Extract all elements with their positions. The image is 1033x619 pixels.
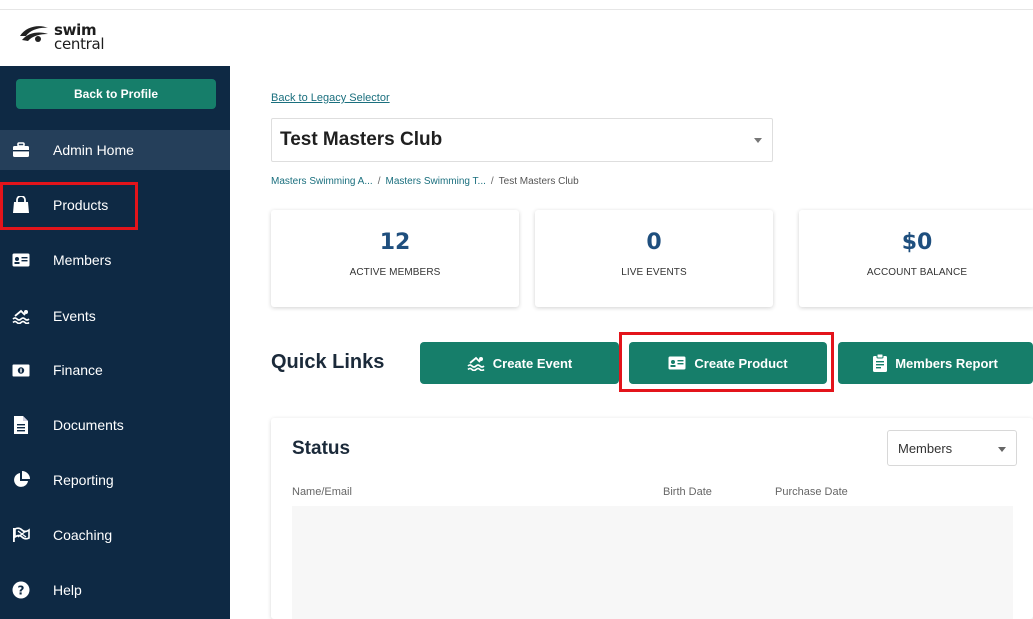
members-report-button[interactable]: Members Report xyxy=(838,342,1033,384)
swim-central-logo[interactable]: swim central xyxy=(18,22,105,62)
status-filter-value: Members xyxy=(898,440,953,456)
create-event-button[interactable]: Create Event xyxy=(420,342,619,384)
back-to-profile-button[interactable]: Back to Profile xyxy=(16,79,216,109)
members-report-label: Members Report xyxy=(895,355,998,371)
swimmer-icon xyxy=(12,307,30,325)
logo-word-central: central xyxy=(54,35,105,53)
swirl-logo-icon xyxy=(20,26,48,42)
status-table-body xyxy=(292,506,1013,619)
sidebar-item-finance[interactable]: Finance xyxy=(0,350,230,390)
column-header-purchase-date[interactable]: Purchase Date xyxy=(775,486,848,498)
id-card-icon xyxy=(668,356,686,370)
id-card-icon xyxy=(12,251,30,269)
caret-down-icon xyxy=(998,447,1006,452)
sidebar-item-products[interactable]: Products xyxy=(0,185,230,225)
document-icon xyxy=(12,416,30,434)
question-circle-icon: ? xyxy=(12,581,30,599)
sidebar-item-label: Products xyxy=(53,197,109,213)
sidebar-item-documents[interactable]: Documents xyxy=(0,405,230,445)
breadcrumb-separator: / xyxy=(377,176,381,187)
breadcrumb-item[interactable]: Masters Swimming A... xyxy=(271,176,373,187)
create-product-button[interactable]: Create Product xyxy=(629,342,827,384)
sidebar-item-admin-home[interactable]: Admin Home xyxy=(0,130,230,170)
breadcrumb-separator: / xyxy=(490,176,494,187)
sidebar-item-reporting[interactable]: Reporting xyxy=(0,460,230,500)
briefcase-icon xyxy=(12,141,30,159)
create-product-label: Create Product xyxy=(694,355,788,371)
stat-card-live-events: 0 LIVE EVENTS xyxy=(535,210,773,307)
flag-icon xyxy=(12,526,30,544)
create-event-label: Create Event xyxy=(492,355,573,371)
breadcrumb-current: Test Masters Club xyxy=(498,176,579,187)
sidebar-item-coaching[interactable]: Coaching xyxy=(0,515,230,555)
main-content: Back to Legacy Selector Test Masters Clu… xyxy=(230,66,1033,619)
back-to-legacy-selector-link[interactable]: Back to Legacy Selector xyxy=(271,92,390,104)
top-divider xyxy=(0,0,1033,10)
shopping-bag-icon xyxy=(12,196,30,214)
sidebar-item-label: Help xyxy=(53,582,82,598)
column-header-birth-date[interactable]: Birth Date xyxy=(663,486,712,498)
sidebar-item-label: Finance xyxy=(53,362,103,378)
stat-label: ACTIVE MEMBERS xyxy=(349,267,441,278)
sidebar-item-help[interactable]: ? Help xyxy=(0,570,230,610)
sidebar-item-members[interactable]: Members xyxy=(0,240,230,280)
club-select-value: Test Masters Club xyxy=(280,129,443,150)
swimmer-icon xyxy=(467,356,485,371)
breadcrumb-item[interactable]: Masters Swimming T... xyxy=(385,176,485,187)
stat-card-active-members: 12 ACTIVE MEMBERS xyxy=(271,210,519,307)
club-select[interactable]: Test Masters Club xyxy=(271,118,773,162)
sidebar-item-label: Admin Home xyxy=(53,142,134,158)
stat-value: $0 xyxy=(901,230,933,255)
breadcrumb: Masters Swimming A... / Masters Swimming… xyxy=(271,176,579,187)
stat-value: 12 xyxy=(379,230,411,255)
sidebar-item-label: Coaching xyxy=(53,527,113,543)
status-title: Status xyxy=(292,438,351,459)
caret-down-icon xyxy=(754,138,762,143)
sidebar-item-label: Members xyxy=(53,252,112,268)
money-bill-icon xyxy=(12,361,30,379)
stat-value: 0 xyxy=(646,230,662,255)
svg-text:?: ? xyxy=(18,584,25,598)
pie-chart-icon xyxy=(12,471,30,489)
status-filter-select[interactable]: Members xyxy=(887,430,1017,466)
stat-label: ACCOUNT BALANCE xyxy=(866,267,968,278)
stat-label: LIVE EVENTS xyxy=(621,267,687,278)
status-panel: Status Members Name/Email Birth Date Pur… xyxy=(271,418,1033,619)
sidebar-item-label: Events xyxy=(53,308,96,324)
clipboard-icon xyxy=(873,354,888,372)
sidebar-item-label: Documents xyxy=(53,417,124,433)
sidebar-item-events[interactable]: Events xyxy=(0,296,230,336)
sidebar-item-label: Reporting xyxy=(53,472,114,488)
quick-links-title: Quick Links xyxy=(271,351,385,373)
column-header-name-email[interactable]: Name/Email xyxy=(292,486,352,498)
sidebar: Back to Profile Admin Home Products Memb… xyxy=(0,66,230,619)
stat-card-account-balance: $0 ACCOUNT BALANCE xyxy=(799,210,1033,307)
